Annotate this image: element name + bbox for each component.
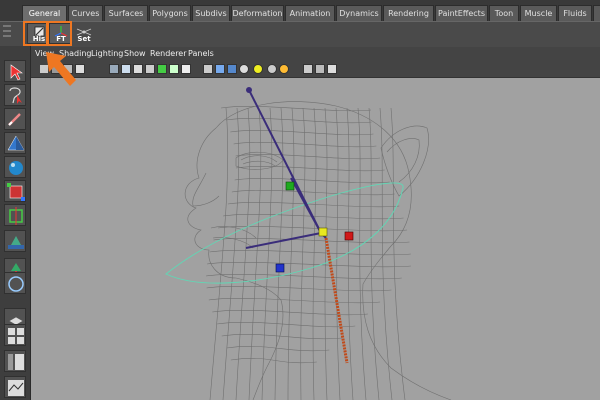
paint-select-tool-icon[interactable] — [4, 108, 26, 130]
wireframe-shading-icon[interactable] — [203, 64, 213, 74]
panel-menu-renderer[interactable]: Renderer — [150, 49, 187, 58]
default-light-icon[interactable] — [239, 64, 249, 74]
gate-mask-icon[interactable] — [145, 64, 155, 74]
film-gate-icon[interactable] — [121, 64, 131, 74]
shelf-tab-rendering[interactable]: Rendering — [383, 5, 434, 21]
last-tool-icon[interactable] — [4, 272, 26, 294]
panel-menu-panels[interactable]: Panels — [188, 49, 214, 58]
shelf-tab-painteffects[interactable]: PaintEffects — [435, 5, 488, 21]
perspective-viewport[interactable] — [31, 78, 600, 400]
head-wireframe-mesh — [184, 101, 452, 400]
field-chart-icon[interactable] — [157, 64, 167, 74]
shelf-tab-deformation[interactable]: Deformation — [231, 5, 284, 21]
freeze-transform-highlight — [47, 21, 72, 46]
safe-title-icon[interactable] — [181, 64, 191, 74]
shelf-tab-muscle[interactable]: Muscle — [520, 5, 557, 21]
panel-menu-show[interactable]: Show — [124, 49, 146, 58]
shelf-tab-animation[interactable]: Animation — [285, 5, 335, 21]
rotate-tool-icon[interactable] — [4, 156, 26, 178]
shelf-handle-icon[interactable] — [3, 25, 11, 43]
shelf-tab-surfaces[interactable]: Surfaces — [104, 5, 148, 21]
shelf-tab-subdivs[interactable]: Subdivs — [192, 5, 230, 21]
ambient-occlusion-icon[interactable] — [279, 64, 289, 74]
spine-joint-chain — [324, 237, 349, 364]
head-top-joint — [246, 87, 252, 93]
four-view-layout-icon[interactable] — [4, 324, 26, 346]
panel-menu-bar: View Shading Lighting Show Renderer Panels — [31, 47, 600, 62]
shelf-tab-fur[interactable]: Fur — [593, 5, 600, 21]
shelf-tab-bar: General Curves Surfaces Polygons Subdivs Defo… — [0, 0, 600, 21]
shelf-tab-toon[interactable]: Toon — [489, 5, 519, 21]
viewport-scene — [165, 87, 452, 400]
textured-icon[interactable] — [227, 64, 237, 74]
isolate-select-icon[interactable] — [303, 64, 313, 74]
green-control-cube — [285, 181, 295, 191]
history-button-highlight — [23, 21, 48, 46]
panel-menu-lighting[interactable]: Lighting — [91, 49, 123, 58]
smooth-shading-icon[interactable] — [215, 64, 225, 74]
scale-tool-icon[interactable] — [4, 180, 26, 202]
outliner-layout-icon[interactable] — [4, 350, 26, 372]
shelf-tab-dynamics[interactable]: Dynamics — [336, 5, 382, 21]
blue-control-cube — [275, 263, 285, 273]
shelf-tab-curves[interactable]: Curves — [68, 5, 103, 21]
soft-mod-icon[interactable] — [4, 230, 26, 252]
resolution-gate-icon[interactable] — [133, 64, 143, 74]
joint-chain-skeleton — [245, 89, 327, 249]
move-tool-icon[interactable] — [4, 132, 26, 154]
yellow-control-cube — [318, 227, 328, 237]
xray-joints-icon[interactable] — [327, 64, 337, 74]
shelf-tab-general[interactable]: General — [22, 5, 67, 21]
universal-manipulator-icon[interactable] — [4, 204, 26, 226]
panel-toolbar — [31, 62, 600, 78]
set-button[interactable]: Set — [72, 23, 96, 44]
all-lights-icon[interactable] — [253, 64, 263, 74]
xray-icon[interactable] — [315, 64, 325, 74]
shelf-tab-polygons[interactable]: Polygons — [149, 5, 191, 21]
set-label: Set — [77, 35, 91, 43]
safe-action-icon[interactable] — [169, 64, 179, 74]
graph-editor-layout-icon[interactable] — [4, 376, 26, 398]
pointer-arrow-icon — [46, 52, 76, 86]
select-tool-icon[interactable] — [4, 60, 26, 82]
shelf-tab-fluids[interactable]: Fluids — [558, 5, 592, 21]
red-control-cube — [344, 231, 354, 241]
nurbs-curve — [165, 182, 404, 284]
grid-icon[interactable] — [109, 64, 119, 74]
shadows-icon[interactable] — [267, 64, 277, 74]
lasso-tool-icon[interactable] — [4, 84, 26, 106]
toolbox — [0, 46, 31, 400]
